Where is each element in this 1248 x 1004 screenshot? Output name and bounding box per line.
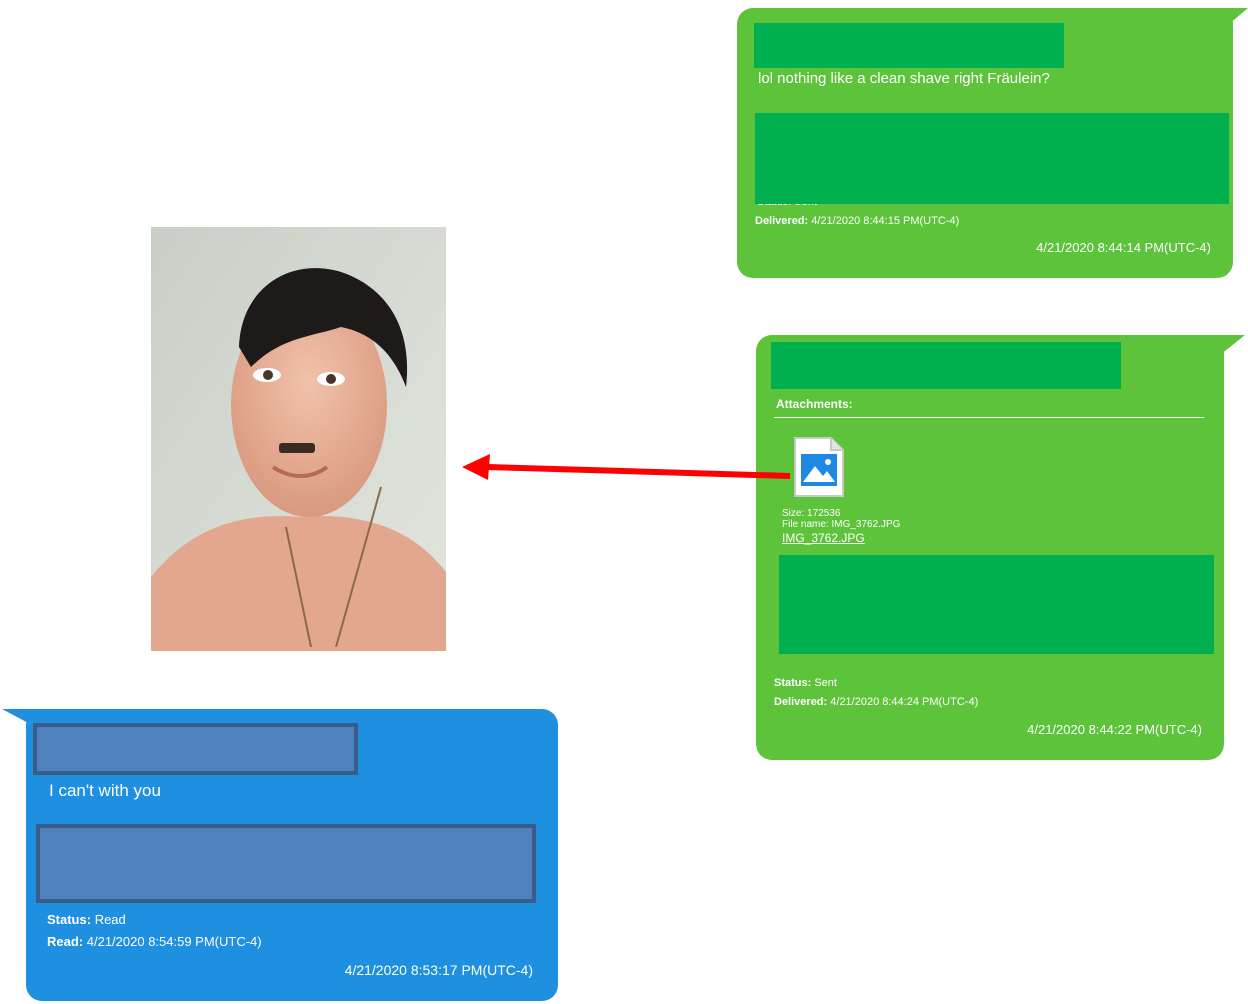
status-value: Read — [94, 912, 126, 927]
redacted-sender — [754, 23, 1064, 68]
redacted-details — [755, 113, 1229, 204]
delivered-label: Delivered: — [774, 696, 828, 708]
attachment-link[interactable]: IMG_3762.JPG — [782, 531, 865, 545]
read-line: Read: 4/21/2020 8:54:59 PM(UTC-4) — [47, 934, 262, 949]
message-text: lol nothing like a clean shave right Frä… — [758, 70, 1050, 87]
delivered-value: 4/21/2020 8:44:24 PM(UTC-4) — [830, 696, 979, 708]
incoming-message: I can't with you Status: Read Read: 4/21… — [26, 709, 558, 1001]
outgoing-message-1: lol nothing like a clean shave right Frä… — [737, 8, 1233, 278]
message-timestamp: 4/21/2020 8:53:17 PM(UTC-4) — [344, 962, 533, 978]
status-line: Status: Read — [47, 912, 126, 927]
attachments-label: Attachments: — [776, 397, 853, 411]
redacted-details — [779, 555, 1214, 654]
message-timestamp: 4/21/2020 8:44:14 PM(UTC-4) — [1036, 240, 1211, 255]
delivered-value: 4/21/2020 8:44:15 PM(UTC-4) — [811, 215, 960, 227]
outgoing-message-2: Attachments: Size: 172536 File name: IMG… — [756, 335, 1224, 760]
redacted-sender — [771, 342, 1121, 389]
message-timestamp: 4/21/2020 8:44:22 PM(UTC-4) — [1027, 722, 1202, 737]
read-value: 4/21/2020 8:54:59 PM(UTC-4) — [86, 934, 262, 949]
image-file-icon[interactable] — [793, 436, 845, 503]
status-label: Status: — [47, 912, 92, 927]
file-name-meta: File name: IMG_3762.JPG — [782, 519, 901, 530]
attachments-divider — [774, 417, 1204, 418]
status-value: Sent — [814, 677, 837, 689]
redacted-details — [36, 824, 536, 903]
red-arrow-icon — [460, 450, 795, 495]
delivered-label: Delivered: — [755, 215, 809, 227]
delivered-line: Delivered: 4/21/2020 8:44:15 PM(UTC-4) — [755, 215, 959, 227]
message-text: I can't with you — [49, 781, 161, 800]
attachment-photo — [151, 227, 446, 651]
file-size: Size: 172536 — [782, 508, 841, 519]
delivered-line: Delivered: 4/21/2020 8:44:24 PM(UTC-4) — [774, 696, 978, 708]
status-label: Status: — [774, 677, 812, 689]
read-label: Read: — [47, 934, 84, 949]
redacted-sender — [33, 723, 358, 775]
status-line: Status: Sent — [774, 677, 837, 689]
